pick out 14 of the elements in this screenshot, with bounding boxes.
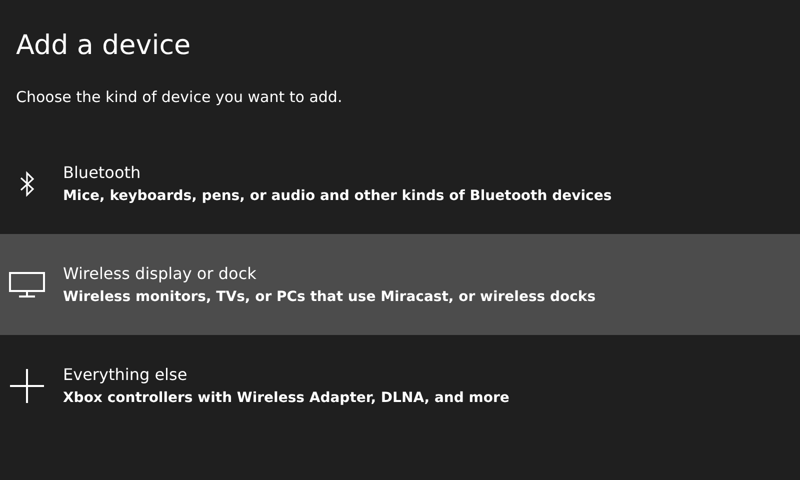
option-description: Mice, keyboards, pens, or audio and other kinds of Bluetooth devices xyxy=(63,186,612,206)
option-title: Everything else xyxy=(63,364,188,386)
option-title: Wireless display or dock xyxy=(63,262,258,284)
plus-icon xyxy=(9,368,45,404)
instruction-text: Choose the kind of device you want to add. xyxy=(15,87,344,107)
option-title: Bluetooth xyxy=(63,162,142,184)
device-option[interactable]: Bluetooth Mice, keyboards, pens, or audio and other kinds of Bluetooth devices xyxy=(0,133,800,234)
option-description: Xbox controllers with Wireless Adapter, DLNA, and more xyxy=(63,388,510,408)
dialog-title: Add a device xyxy=(15,29,192,63)
device-option[interactable]: Everything else Xbox controllers with Wireless Adapter, DLNA, and more xyxy=(0,335,800,436)
bluetooth-icon xyxy=(19,170,35,198)
monitor-icon xyxy=(9,272,45,298)
device-option[interactable]: Wireless display or dock Wireless monitors, TVs, or PCs that use Miracast, or wireless docks xyxy=(0,234,800,335)
option-description: Wireless monitors, TVs, or PCs that use Miracast, or wireless docks xyxy=(63,288,596,306)
